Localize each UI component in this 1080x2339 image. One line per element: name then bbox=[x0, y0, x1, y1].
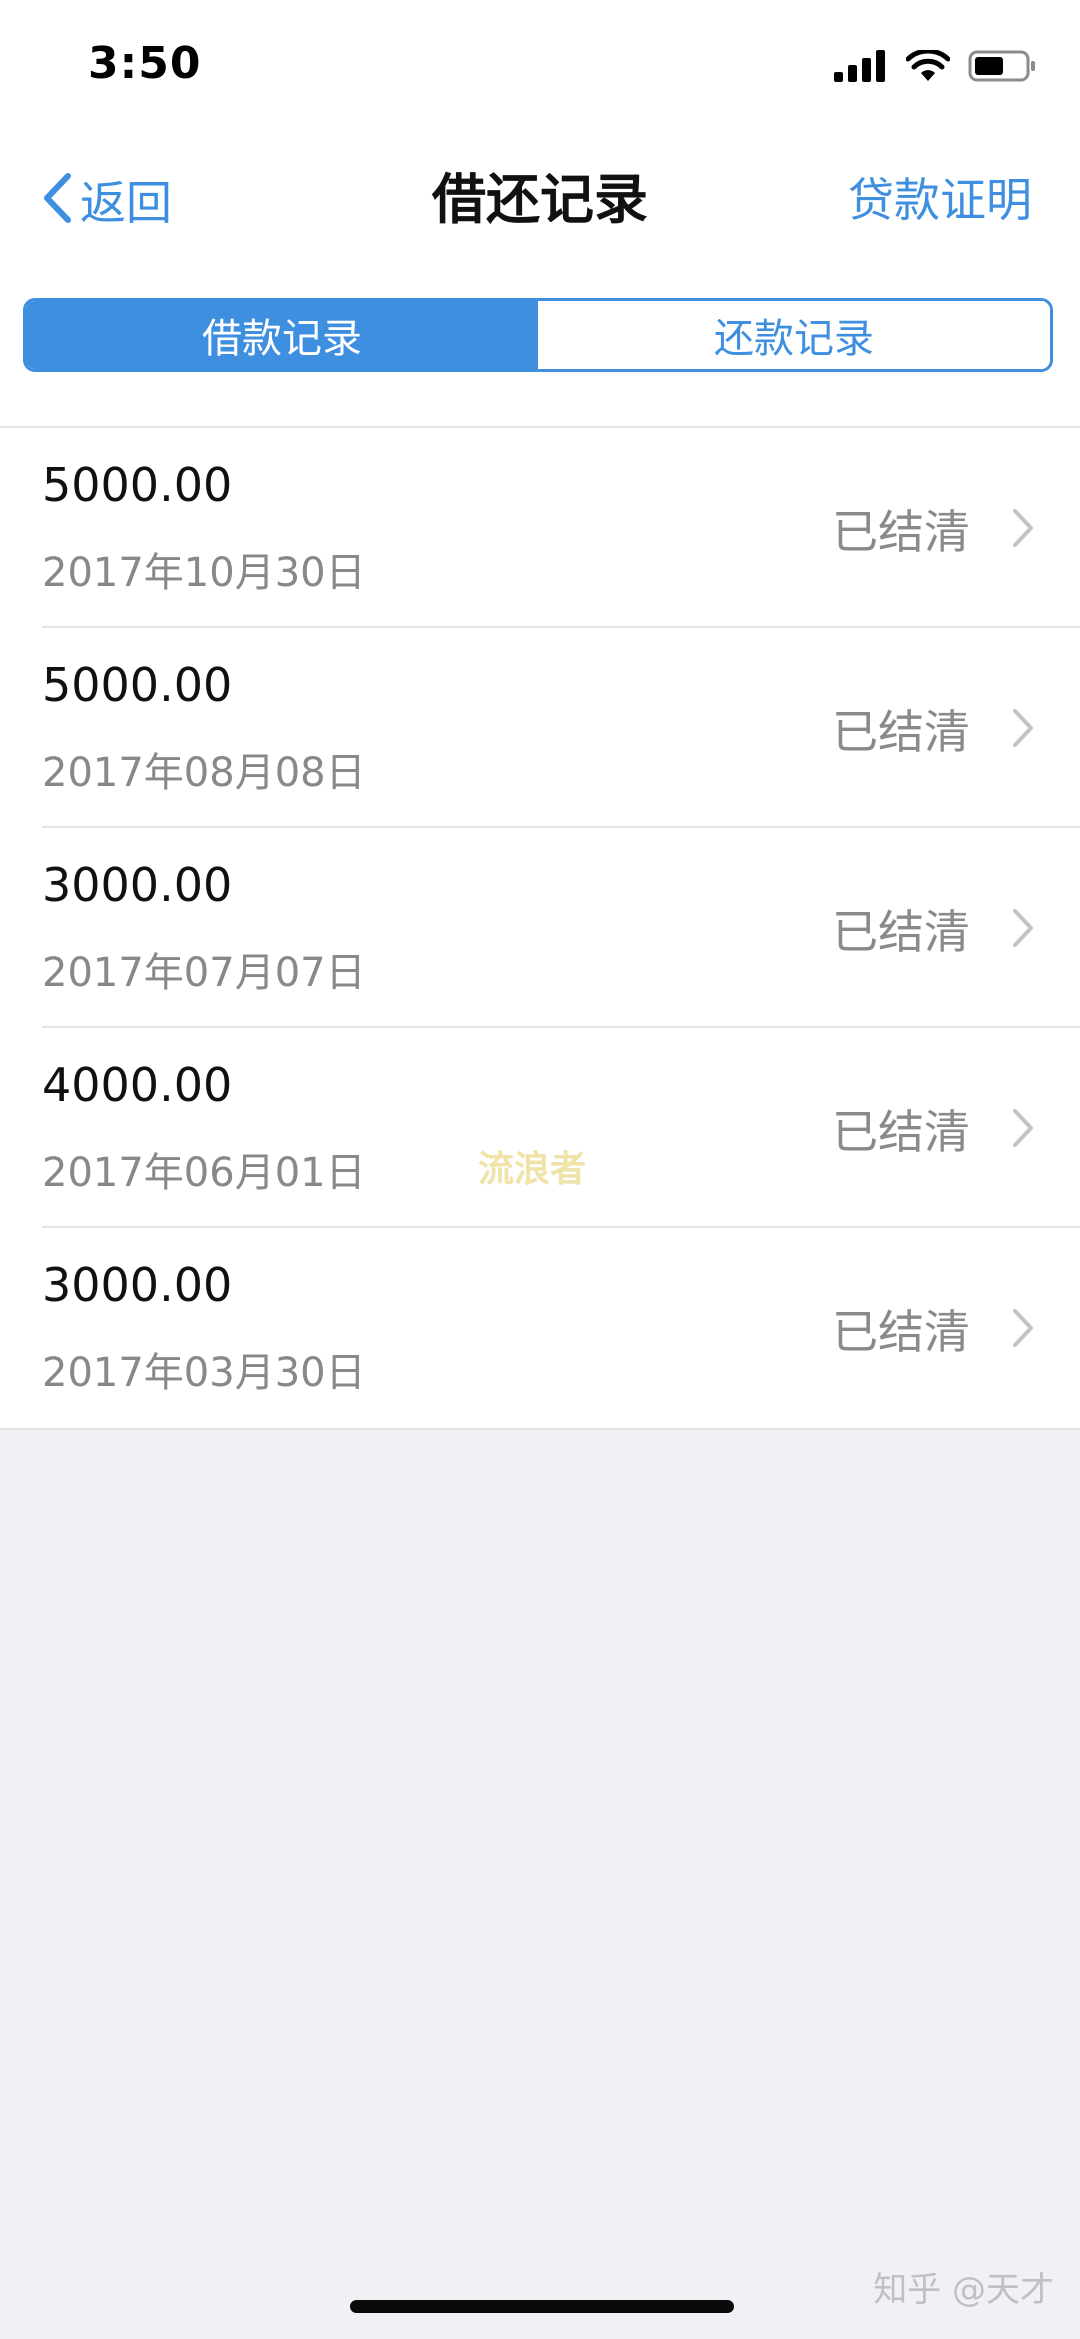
record-row[interactable]: 5000.00 2017年10月30日 已结清 bbox=[0, 428, 1080, 628]
segmented-control: 借款记录 还款记录 bbox=[23, 298, 1053, 372]
record-row[interactable]: 4000.00 2017年06月01日 已结清 bbox=[0, 1028, 1080, 1228]
record-date: 2017年08月08日 bbox=[42, 750, 366, 796]
record-amount: 3000.00 bbox=[42, 858, 233, 912]
record-date: 2017年06月01日 bbox=[42, 1150, 366, 1196]
status-bar: 3:50 bbox=[0, 0, 1080, 130]
watermark-text: 流浪者 bbox=[478, 1149, 587, 1190]
record-amount: 4000.00 bbox=[42, 1058, 233, 1112]
segment-area: 借款记录 还款记录 bbox=[0, 270, 1080, 428]
tab-repayment-records[interactable]: 还款记录 bbox=[538, 301, 1050, 369]
record-status: 已结清 bbox=[832, 905, 970, 959]
record-date: 2017年10月30日 bbox=[42, 550, 366, 596]
tab-borrow-records[interactable]: 借款记录 bbox=[26, 301, 538, 369]
chevron-right-icon bbox=[1012, 708, 1034, 752]
status-icons bbox=[834, 48, 1038, 88]
record-amount: 5000.00 bbox=[42, 458, 233, 512]
source-watermark: 知乎 @天才 bbox=[873, 2270, 1054, 2310]
record-row[interactable]: 3000.00 2017年07月07日 已结清 bbox=[0, 828, 1080, 1028]
chevron-left-icon bbox=[42, 172, 72, 228]
navigation-bar: 返回 借还记录 贷款证明 bbox=[0, 130, 1080, 270]
record-row[interactable]: 5000.00 2017年08月08日 已结清 bbox=[0, 628, 1080, 828]
record-status: 已结清 bbox=[832, 705, 970, 759]
home-indicator[interactable] bbox=[350, 2300, 734, 2313]
record-row[interactable]: 3000.00 2017年03月30日 已结清 bbox=[0, 1228, 1080, 1428]
chevron-right-icon bbox=[1012, 1308, 1034, 1352]
record-status: 已结清 bbox=[832, 1105, 970, 1159]
back-button[interactable]: 返回 bbox=[42, 160, 172, 240]
record-list: 5000.00 2017年10月30日 已结清 5000.00 2017年08月… bbox=[0, 428, 1080, 1430]
wifi-icon bbox=[905, 48, 951, 86]
battery-icon bbox=[968, 49, 1038, 87]
chevron-right-icon bbox=[1012, 908, 1034, 952]
status-time: 3:50 bbox=[88, 38, 202, 89]
record-amount: 3000.00 bbox=[42, 1258, 233, 1312]
record-amount: 5000.00 bbox=[42, 658, 233, 712]
record-date: 2017年07月07日 bbox=[42, 950, 366, 996]
back-button-label: 返回 bbox=[80, 176, 172, 230]
record-status: 已结清 bbox=[832, 1305, 970, 1359]
record-date: 2017年03月30日 bbox=[42, 1350, 366, 1396]
record-status: 已结清 bbox=[832, 505, 970, 559]
chevron-right-icon bbox=[1012, 1108, 1034, 1152]
chevron-right-icon bbox=[1012, 508, 1034, 552]
cellular-signal-icon bbox=[834, 50, 888, 86]
loan-certificate-button[interactable]: 贷款证明 bbox=[848, 160, 1032, 240]
